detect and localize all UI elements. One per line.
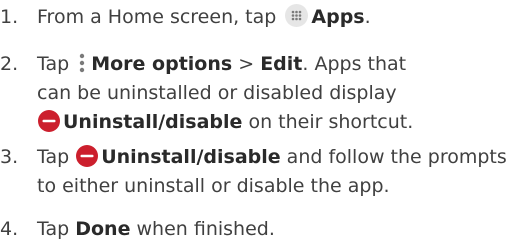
- done-label: Done: [75, 218, 131, 240]
- uninstall-disable-label: Uninstall/disable: [101, 146, 281, 168]
- step-text: Tap: [37, 53, 70, 75]
- more-options-icon: [78, 52, 86, 74]
- step-text: can be uninstalled or disabled display: [37, 82, 397, 104]
- step-body: Tap Done when finished.: [37, 215, 275, 244]
- step-text: on their shortcut.: [242, 111, 414, 133]
- step-number: 4.: [0, 218, 19, 240]
- step-text: and follow the prompts: [280, 146, 507, 168]
- apps-label: Apps: [311, 6, 365, 28]
- step-text: .: [364, 6, 371, 28]
- edit-label: Edit: [260, 53, 303, 75]
- step-number: 2.: [0, 53, 19, 75]
- more-options-label: More options: [91, 53, 233, 75]
- apps-icon: [285, 4, 309, 27]
- uninstall-disable-label: Uninstall/disable: [63, 111, 243, 133]
- step-body: From a Home screen, tap Apps.: [37, 3, 371, 32]
- step-text: Tap: [37, 146, 70, 168]
- step-text: Tap: [37, 218, 76, 240]
- step-text: . Apps that: [302, 53, 407, 75]
- step-body: Tap Uninstall/disable and follow the pro…: [37, 143, 507, 201]
- step-number: 3.: [0, 146, 19, 168]
- step-text: when finished.: [130, 218, 275, 240]
- step-text: From a Home screen, tap: [37, 6, 277, 28]
- step-body: Tap More options > Edit. Apps that can b…: [37, 50, 413, 137]
- separator: >: [232, 53, 261, 75]
- remove-icon: [75, 144, 99, 168]
- step-text: to either uninstall or disable the app.: [37, 175, 390, 197]
- step-number: 1.: [0, 6, 19, 28]
- remove-icon: [37, 109, 61, 133]
